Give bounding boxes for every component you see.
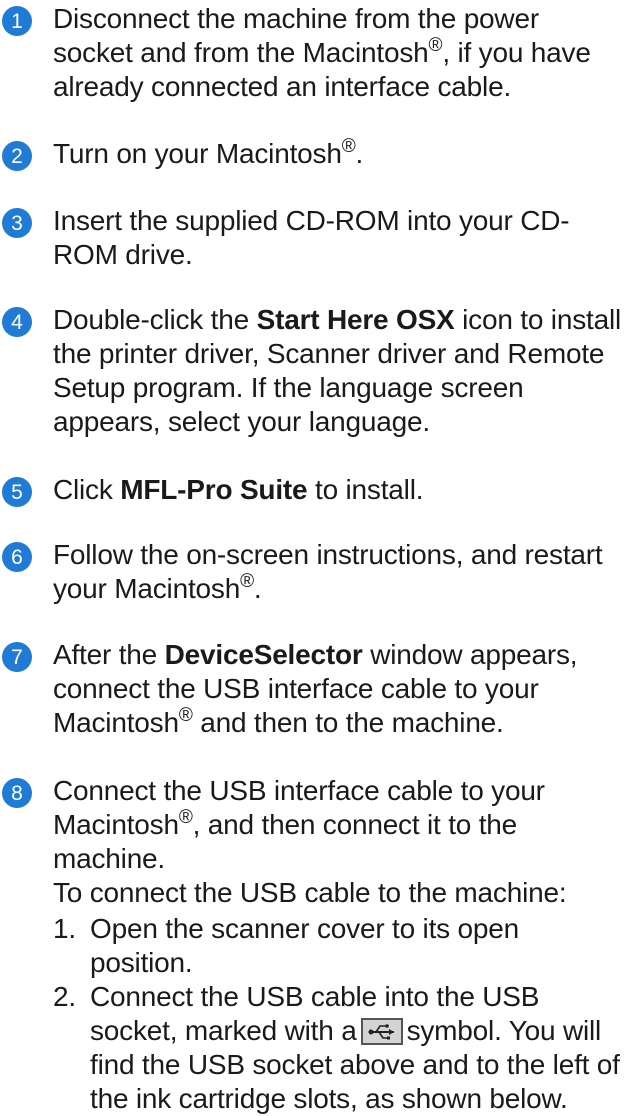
step-number-badge: 5 [2,477,32,507]
substep-number: 2. [53,981,76,1012]
step-text: Turn on your Macintosh®. [53,136,364,169]
substep-text: Connect the USB cable into the USB socke… [90,981,620,1114]
substep-text: Open the scanner cover to its open posit… [90,913,520,978]
step-number-badge: 8 [2,778,32,808]
step-text: Insert the supplied CD-ROM into your CD-… [53,205,570,270]
step-text: After the DeviceSelector window appears,… [53,639,578,738]
step-number-badge: 6 [2,542,32,572]
step-number-badge: 7 [2,642,32,672]
step-text: Disconnect the machine from the power so… [53,3,591,102]
step-number-badge: 2 [2,141,32,171]
step-text: Follow the on-screen instructions, and r… [53,539,603,604]
substep-number: 1. [53,913,76,944]
step-text: Click MFL-Pro Suite to install. [53,474,424,505]
step-number-badge: 4 [2,307,32,337]
step-text: Connect the USB interface cable to your … [53,775,567,908]
step-number-badge: 1 [2,6,32,36]
step-number-badge: 3 [2,208,32,238]
instruction-page: 1 Disconnect the machine from the power … [0,0,628,1115]
step-text: Double-click the Start Here OSX icon to … [53,304,621,437]
usb-icon [360,1018,403,1045]
